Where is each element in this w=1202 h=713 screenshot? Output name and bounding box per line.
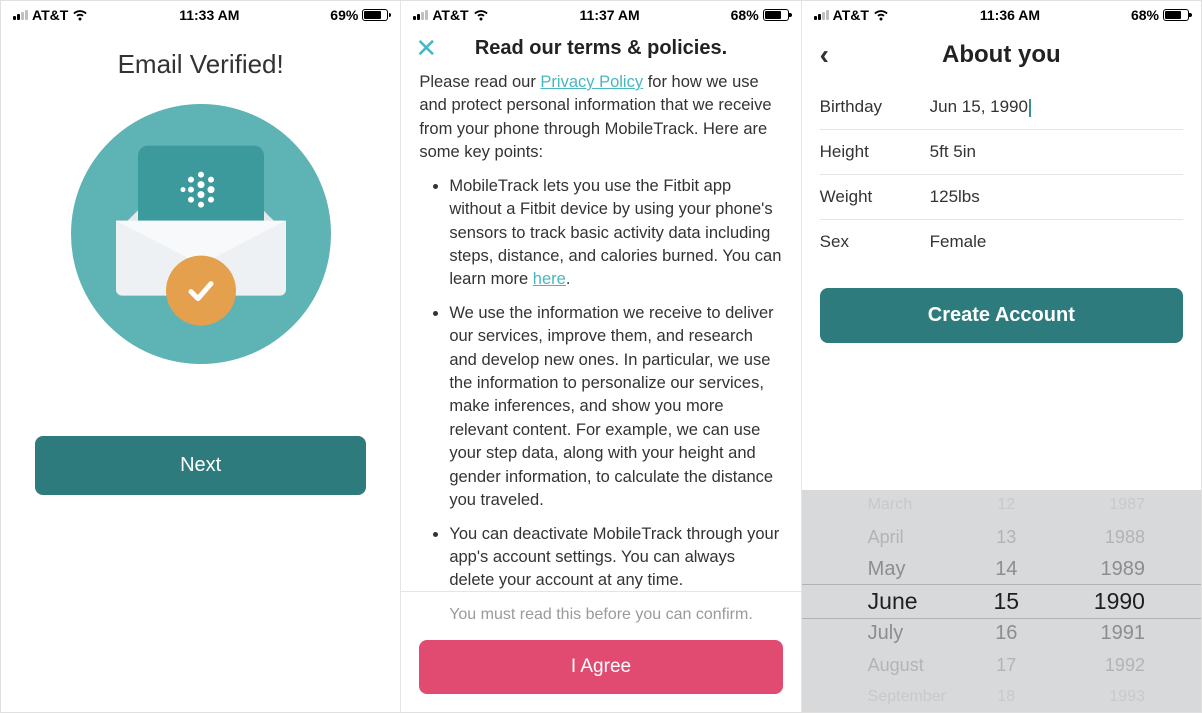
picker-month-column[interactable]: March April May June July August Septemb… xyxy=(828,490,960,712)
clock-label: 11:37 AM xyxy=(580,7,640,23)
picker-day-column[interactable]: 12 13 14 15 16 17 18 xyxy=(960,490,1052,712)
terms-bullet: We use the information we receive to del… xyxy=(449,302,782,513)
carrier-label: AT&T xyxy=(833,7,869,23)
picker-option[interactable]: March xyxy=(868,490,960,521)
height-field[interactable]: Height 5ft 5in xyxy=(820,130,1183,175)
picker-option[interactable]: 12 xyxy=(960,490,1052,521)
clock-label: 11:36 AM xyxy=(980,7,1040,23)
picker-option[interactable]: 17 xyxy=(960,649,1052,681)
picker-option[interactable]: 1993 xyxy=(1053,681,1145,712)
wifi-icon xyxy=(873,9,889,21)
wifi-icon xyxy=(473,9,489,21)
picker-option[interactable]: 14 xyxy=(960,553,1052,585)
agree-button[interactable]: I Agree xyxy=(419,640,782,694)
page-title: Email Verified! xyxy=(1,49,400,80)
wifi-icon xyxy=(72,9,88,21)
page-title: About you xyxy=(820,41,1183,69)
birthday-field[interactable]: Birthday Jun 15, 1990 xyxy=(820,85,1183,130)
picker-option-selected[interactable]: June xyxy=(868,585,960,617)
date-picker[interactable]: March April May June July August Septemb… xyxy=(802,490,1201,712)
picker-option[interactable]: July xyxy=(868,617,960,649)
signal-icon xyxy=(13,10,28,20)
field-label: Height xyxy=(820,142,930,162)
carrier-label: AT&T xyxy=(432,7,468,23)
picker-option[interactable]: 18 xyxy=(960,681,1052,712)
status-bar: AT&T 11:37 AM 68% xyxy=(401,1,800,27)
terms-bullet: MobileTrack lets you use the Fitbit app … xyxy=(449,175,782,292)
field-label: Sex xyxy=(820,232,930,252)
terms-body[interactable]: Please read our Privacy Policy for how w… xyxy=(401,65,800,591)
picker-option[interactable]: April xyxy=(868,521,960,553)
battery-percent: 68% xyxy=(731,7,759,23)
battery-percent: 68% xyxy=(1131,7,1159,23)
picker-option[interactable]: 13 xyxy=(960,521,1052,553)
battery-icon xyxy=(1163,9,1189,21)
next-button[interactable]: Next xyxy=(35,436,366,495)
status-bar: AT&T 11:33 AM 69% xyxy=(1,1,400,27)
screen-about-you: AT&T 11:36 AM 68% ‹ About you Birthday J… xyxy=(802,1,1201,712)
weight-field[interactable]: Weight 125lbs xyxy=(820,175,1183,220)
terms-bullet: You can deactivate MobileTrack through y… xyxy=(449,523,782,591)
battery-icon xyxy=(362,9,388,21)
create-account-button[interactable]: Create Account xyxy=(820,288,1183,343)
field-value: Jun 15, 1990 xyxy=(930,97,1031,117)
page-title: Read our terms & policies. xyxy=(415,37,786,60)
sex-field[interactable]: Sex Female xyxy=(820,220,1183,264)
field-value: Female xyxy=(930,232,987,252)
screen-terms: AT&T 11:37 AM 68% ✕ Read our terms & pol… xyxy=(401,1,801,712)
confirm-note: You must read this before you can confir… xyxy=(419,606,782,624)
learn-more-link[interactable]: here xyxy=(533,270,566,288)
battery-percent: 69% xyxy=(330,7,358,23)
verified-graphic xyxy=(71,104,331,364)
field-value: 125lbs xyxy=(930,187,980,207)
terms-intro: Please read our Privacy Policy for how w… xyxy=(419,71,782,165)
status-bar: AT&T 11:36 AM 68% xyxy=(802,1,1201,27)
screen-email-verified: AT&T 11:33 AM 69% Email Verified! xyxy=(1,1,401,712)
clock-label: 11:33 AM xyxy=(179,7,239,23)
signal-icon xyxy=(413,10,428,20)
picker-option[interactable]: May xyxy=(868,553,960,585)
carrier-label: AT&T xyxy=(32,7,68,23)
picker-option[interactable]: August xyxy=(868,649,960,681)
battery-icon xyxy=(763,9,789,21)
picker-option-selected[interactable]: 1990 xyxy=(1053,585,1145,617)
picker-option[interactable]: 1991 xyxy=(1053,617,1145,649)
privacy-policy-link[interactable]: Privacy Policy xyxy=(540,73,643,91)
picker-option[interactable]: 1987 xyxy=(1053,490,1145,521)
picker-option-selected[interactable]: 15 xyxy=(960,585,1052,617)
field-value: 5ft 5in xyxy=(930,142,976,162)
field-label: Weight xyxy=(820,187,930,207)
signal-icon xyxy=(814,10,829,20)
picker-year-column[interactable]: 1987 1988 1989 1990 1991 1992 1993 xyxy=(1053,490,1175,712)
checkmark-badge-icon xyxy=(166,256,236,326)
picker-option[interactable]: 1988 xyxy=(1053,521,1145,553)
picker-option[interactable]: 16 xyxy=(960,617,1052,649)
field-label: Birthday xyxy=(820,97,930,117)
picker-option[interactable]: 1989 xyxy=(1053,553,1145,585)
picker-option[interactable]: September xyxy=(868,681,960,712)
picker-option[interactable]: 1992 xyxy=(1053,649,1145,681)
